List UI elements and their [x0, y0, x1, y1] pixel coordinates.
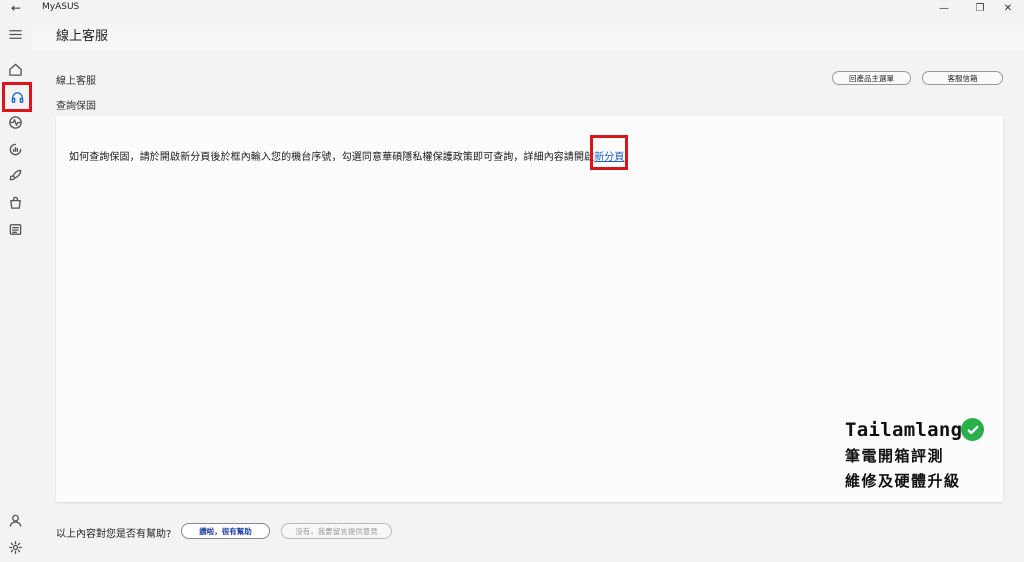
back-to-product-menu-button[interactable]: 回產品主選單	[832, 71, 911, 85]
settings-icon[interactable]	[4, 536, 26, 558]
app-title: MyASUS	[42, 2, 80, 12]
menu-icon[interactable]	[4, 23, 26, 45]
home-icon[interactable]	[4, 58, 26, 80]
diagnostics-icon[interactable]	[4, 111, 26, 133]
feedback-question: 以上內容對您是否有幫助?	[56, 529, 172, 540]
page-header: 線上客服	[32, 16, 1024, 50]
service-mailbox-button[interactable]: 客服信箱	[922, 71, 1003, 85]
news-icon[interactable]	[4, 218, 26, 240]
watermark: Tailamlang 筆電開箱評測 維修及硬體升級	[845, 418, 1015, 491]
shopping-bag-icon[interactable]	[4, 191, 26, 213]
back-arrow-icon[interactable]: ←	[8, 0, 24, 16]
warranty-instructions: 如何查詢保固，請於開啟新分頁後於框內輸入您的機台序號，勾選同意華碩隱私權保護政策…	[69, 148, 635, 163]
check-icon	[961, 418, 985, 441]
link-highlight-box	[590, 135, 628, 170]
instruction-text: 如何查詢保固，請於開啟新分頁後於框內輸入您的機台序號，勾選同意華碩隱私權保護政策…	[69, 152, 595, 163]
watermark-line-2: 維修及硬體升級	[845, 472, 961, 490]
user-icon[interactable]	[4, 509, 26, 531]
section-subtitle: 查詢保固	[56, 101, 96, 112]
rocket-icon[interactable]	[4, 164, 26, 186]
minimize-button[interactable]: —	[924, 0, 964, 16]
sidebar	[0, 16, 32, 562]
page-title: 線上客服	[56, 29, 109, 44]
system-status-icon[interactable]	[4, 138, 26, 160]
headset-icon[interactable]	[2, 82, 32, 112]
watermark-line-1: 筆電開箱評測	[845, 447, 945, 465]
section-title: 線上客服	[56, 76, 96, 87]
watermark-brand-text: Tailamlang	[845, 418, 963, 441]
helpful-no-button[interactable]: 沒有，我要留言提供意見	[281, 523, 392, 539]
title-bar: ← MyASUS — ❐ ✕	[0, 0, 1024, 16]
helpful-yes-button[interactable]: 讚啦，很有幫助	[181, 523, 270, 539]
watermark-brand: Tailamlang	[845, 418, 1015, 441]
close-button[interactable]: ✕	[992, 0, 1024, 16]
